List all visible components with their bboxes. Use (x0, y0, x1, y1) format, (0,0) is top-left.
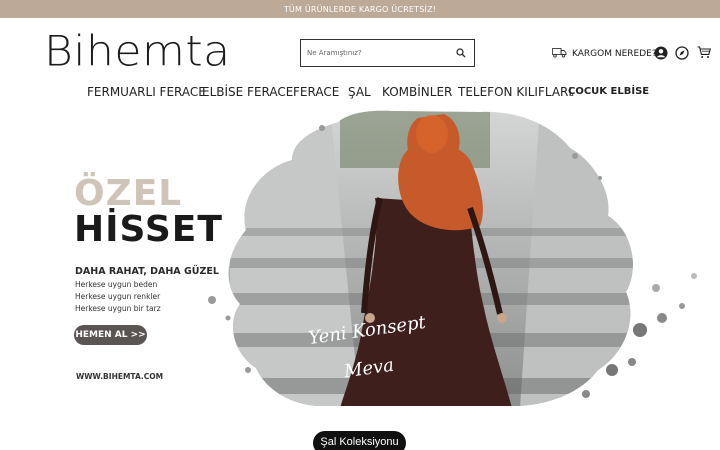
site-logo[interactable]: Bihemta (44, 29, 231, 75)
nav-item-elbise-ferace[interactable]: ELBİSE FERACE (202, 85, 293, 99)
cargo-label: KARGOM NEREDE? (572, 49, 657, 59)
nav-item-sal[interactable]: ŞAL (348, 85, 371, 99)
compass-icon[interactable] (674, 45, 689, 60)
nav-item-kombinler[interactable]: KOMBİNLER (382, 85, 452, 99)
hero-title-line1: ÖZEL (74, 173, 183, 214)
nav-item-ferace[interactable]: FERACE (293, 85, 339, 99)
hero-line-2: Herkese uygun renkler (75, 292, 161, 301)
main-nav: FERMUARLI FERACE ELBİSE FERACE FERACE ŞA… (0, 85, 720, 101)
truck-icon (552, 45, 567, 63)
announcement-bar: TÜM ÜRÜNLERDE KARGO ÜCRETSİZ! (0, 0, 720, 18)
hero-line-1: Herkese uygun beden (75, 280, 158, 289)
search-input[interactable] (307, 49, 454, 57)
nav-item-telefon-kiliflari[interactable]: TELEFON KILIFLARI (458, 85, 572, 99)
search-box (300, 39, 475, 67)
nav-item-cocuk-elbise[interactable]: ÇOCUK ELBİSE (568, 86, 649, 97)
hero-subtitle: DAHA RAHAT, DAHA GÜZEL (75, 266, 219, 277)
hero-title: ÖZEL HİSSET (74, 176, 223, 248)
user-icon[interactable] (653, 45, 668, 60)
cart-icon[interactable] (696, 45, 711, 60)
cargo-tracking-link[interactable]: KARGOM NEREDE? (552, 45, 657, 63)
hemen-al-button[interactable]: HEMEN AL >> (74, 325, 147, 345)
announcement-text: TÜM ÜRÜNLERDE KARGO ÜCRETSİZ! (283, 4, 437, 14)
nav-item-fermuarli-ferace[interactable]: FERMUARLI FERACE (87, 85, 206, 99)
search-icon[interactable] (454, 46, 468, 60)
hero-website: WWW.BIHEMTA.COM (76, 372, 164, 381)
hero-line-3: Herkese uygun bir tarz (75, 304, 161, 313)
sal-koleksiyonu-button[interactable]: Şal Koleksiyonu (313, 431, 406, 450)
hero-title-line2: HİSSET (74, 209, 223, 250)
